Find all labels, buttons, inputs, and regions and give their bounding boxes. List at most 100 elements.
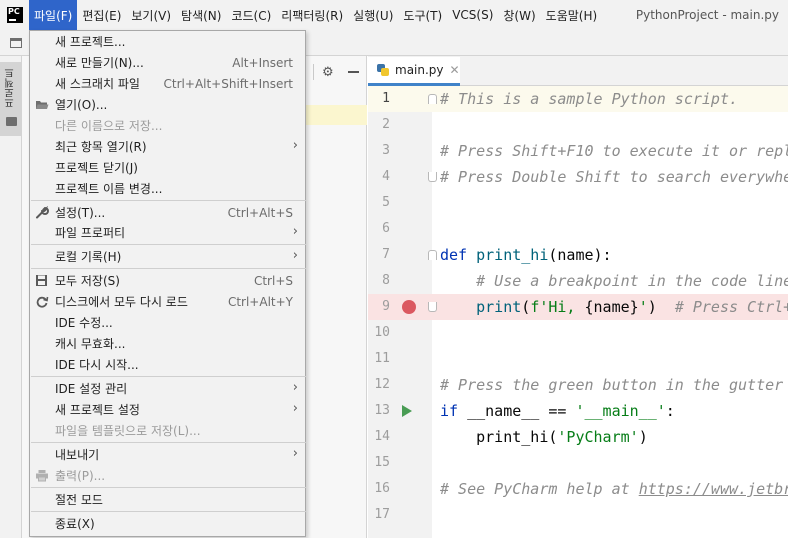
line-number: 8	[382, 273, 390, 288]
menu-item-new[interactable]: 새로 만들기(N)... Alt+Insert	[30, 52, 305, 73]
string-literal: 'PyCharm'	[557, 428, 639, 446]
fold-marker-icon[interactable]	[428, 94, 437, 104]
string-literal: '__main__'	[575, 402, 666, 420]
menu-separator	[31, 376, 306, 377]
menu-view[interactable]: 보기(V)	[126, 0, 176, 30]
menu-separator	[31, 511, 306, 512]
line-number: 9	[382, 299, 390, 314]
line-number: 11	[374, 351, 390, 366]
menu-item-reload-all[interactable]: 디스크에서 모두 다시 로드 Ctrl+Alt+Y	[30, 291, 305, 312]
code-line[interactable]: 8 # Use a breakpoint in the code line	[368, 268, 788, 294]
project-tree-selected-row[interactable]	[306, 105, 367, 125]
code-line[interactable]: 16 # See PyCharm help at https://www.jet…	[368, 476, 788, 502]
menu-run[interactable]: 실행(U)	[348, 0, 398, 30]
menu-item-new-project-setup[interactable]: 새 프로젝트 설정 ›	[30, 399, 305, 420]
code-line[interactable]: 10	[368, 320, 788, 346]
menu-help[interactable]: 도움말(H)	[541, 0, 603, 30]
help-link[interactable]: https://www.jetbr	[639, 480, 788, 498]
line-number: 7	[382, 247, 390, 262]
fold-marker-icon[interactable]	[428, 302, 437, 312]
line-number: 3	[382, 143, 390, 158]
menu-refactor[interactable]: 리팩터링(R)	[276, 0, 348, 30]
minimize-icon[interactable]	[348, 71, 359, 73]
save-icon	[36, 275, 47, 286]
window-title: PythonProject - main.py	[635, 8, 779, 22]
line-number: 17	[374, 507, 390, 522]
menu-item-label: 파일을 템플릿으로 저장(L)...	[55, 424, 201, 438]
menu-tools[interactable]: 도구(T)	[398, 0, 447, 30]
menu-navigate[interactable]: 탐색(N)	[176, 0, 226, 30]
menu-separator	[31, 487, 306, 488]
code-line[interactable]: 1 # This is a sample Python script.	[368, 86, 788, 112]
menu-item-print[interactable]: 출력(P)...	[30, 465, 305, 486]
code-line-breakpoint[interactable]: 9 print(f'Hi, {name}') # Press Ctrl+	[368, 294, 788, 320]
menu-item-close-project[interactable]: 프로젝트 닫기(J)	[30, 157, 305, 178]
code-line[interactable]: 4 # Press Double Shift to search everywh…	[368, 164, 788, 190]
breakpoint-icon[interactable]	[402, 300, 416, 314]
menu-item-power-save-mode[interactable]: 절전 모드	[30, 489, 305, 510]
string-literal: '	[638, 298, 648, 316]
menu-item-label: 프로젝트 닫기(J)	[55, 161, 138, 175]
menu-file[interactable]: 파일(F)	[29, 0, 78, 30]
menu-item-invalidate-caches[interactable]: 캐시 무효화...	[30, 333, 305, 354]
menu-item-label: 절전 모드	[55, 493, 103, 507]
menu-item-label: 모두 저장(S)	[55, 274, 120, 288]
code-line[interactable]: 2	[368, 112, 788, 138]
folder-icon	[6, 117, 17, 126]
menu-separator	[31, 268, 306, 269]
menu-item-repair-ide[interactable]: IDE 수정...	[30, 312, 305, 333]
code-text: # See PyCharm help at https://www.jetbr	[440, 476, 788, 502]
menu-item-export[interactable]: 내보내기 ›	[30, 444, 305, 465]
menu-item-new-project[interactable]: 새 프로젝트...	[30, 31, 305, 52]
code-line[interactable]: 7 def print_hi(name):	[368, 242, 788, 268]
reload-icon	[36, 296, 49, 308]
code-line[interactable]: 12 # Press the green button in the gutte…	[368, 372, 788, 398]
editor-tab-main-py[interactable]: main.py ✕	[368, 57, 460, 86]
menu-item-label: IDE 수정...	[55, 316, 113, 330]
gear-icon[interactable]: ⚙	[322, 65, 334, 80]
menu-item-save-all[interactable]: 모두 저장(S) Ctrl+S	[30, 270, 305, 291]
code-line[interactable]: 5	[368, 190, 788, 216]
window-icon[interactable]	[10, 38, 22, 48]
code-text: # Press Double Shift to search everywhe	[440, 168, 788, 186]
menu-item-file-properties[interactable]: 파일 프로퍼티 ›	[30, 222, 305, 243]
menu-item-shortcut: Ctrl+Alt+Shift+Insert	[163, 76, 293, 91]
menu-item-open[interactable]: 열기(O)...	[30, 94, 305, 115]
menu-item-label: 새 프로젝트...	[55, 35, 126, 49]
menu-item-settings[interactable]: 설정(T)... Ctrl+Alt+S	[30, 202, 305, 223]
code-text: # This is a sample Python script.	[440, 90, 739, 108]
code-line[interactable]: 17	[368, 502, 788, 528]
menu-item-save-as[interactable]: 다른 이름으로 저장...	[30, 115, 305, 136]
code-line[interactable]: 13 if __name__ == '__main__':	[368, 398, 788, 424]
menu-vcs[interactable]: VCS(S)	[447, 0, 498, 30]
menu-item-manage-ide-settings[interactable]: IDE 설정 관리 ›	[30, 378, 305, 399]
fold-marker-icon[interactable]	[428, 250, 437, 260]
menu-item-open-recent[interactable]: 최근 항목 열기(R) ›	[30, 136, 305, 157]
menu-item-local-history[interactable]: 로컬 기록(H) ›	[30, 246, 305, 267]
code-text: # Use a breakpoint in the code line	[440, 272, 788, 290]
menu-item-exit[interactable]: 종료(X)	[30, 513, 305, 534]
code-line[interactable]: 6	[368, 216, 788, 242]
menu-item-save-as-template[interactable]: 파일을 템플릿으로 저장(L)...	[30, 420, 305, 441]
code-text: # Press Shift+F10 to execute it or repl	[440, 142, 788, 160]
menu-separator	[31, 200, 306, 201]
string-literal: f'Hi,	[530, 298, 585, 316]
menu-item-label: 종료(X)	[55, 517, 95, 531]
folder-open-icon	[36, 101, 49, 109]
run-icon[interactable]	[402, 405, 412, 417]
code-line[interactable]: 14 print_hi('PyCharm')	[368, 424, 788, 450]
menu-edit[interactable]: 편집(E)	[77, 0, 126, 30]
code-line[interactable]: 3 # Press Shift+F10 to execute it or rep…	[368, 138, 788, 164]
close-icon[interactable]: ✕	[450, 63, 460, 77]
menu-item-label: 새로 만들기(N)...	[55, 56, 144, 70]
line-number: 2	[382, 117, 390, 132]
code-line[interactable]: 11	[368, 346, 788, 372]
menu-item-restart-ide[interactable]: IDE 다시 시작...	[30, 354, 305, 375]
menu-window[interactable]: 창(W)	[498, 0, 540, 30]
fold-marker-icon[interactable]	[428, 172, 437, 182]
code-line[interactable]: 15	[368, 450, 788, 476]
chevron-right-icon: ›	[292, 446, 298, 461]
menu-code[interactable]: 코드(C)	[226, 0, 276, 30]
menu-item-new-scratch-file[interactable]: 새 스크래치 파일 Ctrl+Alt+Shift+Insert	[30, 73, 305, 94]
menu-item-rename-project[interactable]: 프로젝트 이름 변경...	[30, 178, 305, 199]
